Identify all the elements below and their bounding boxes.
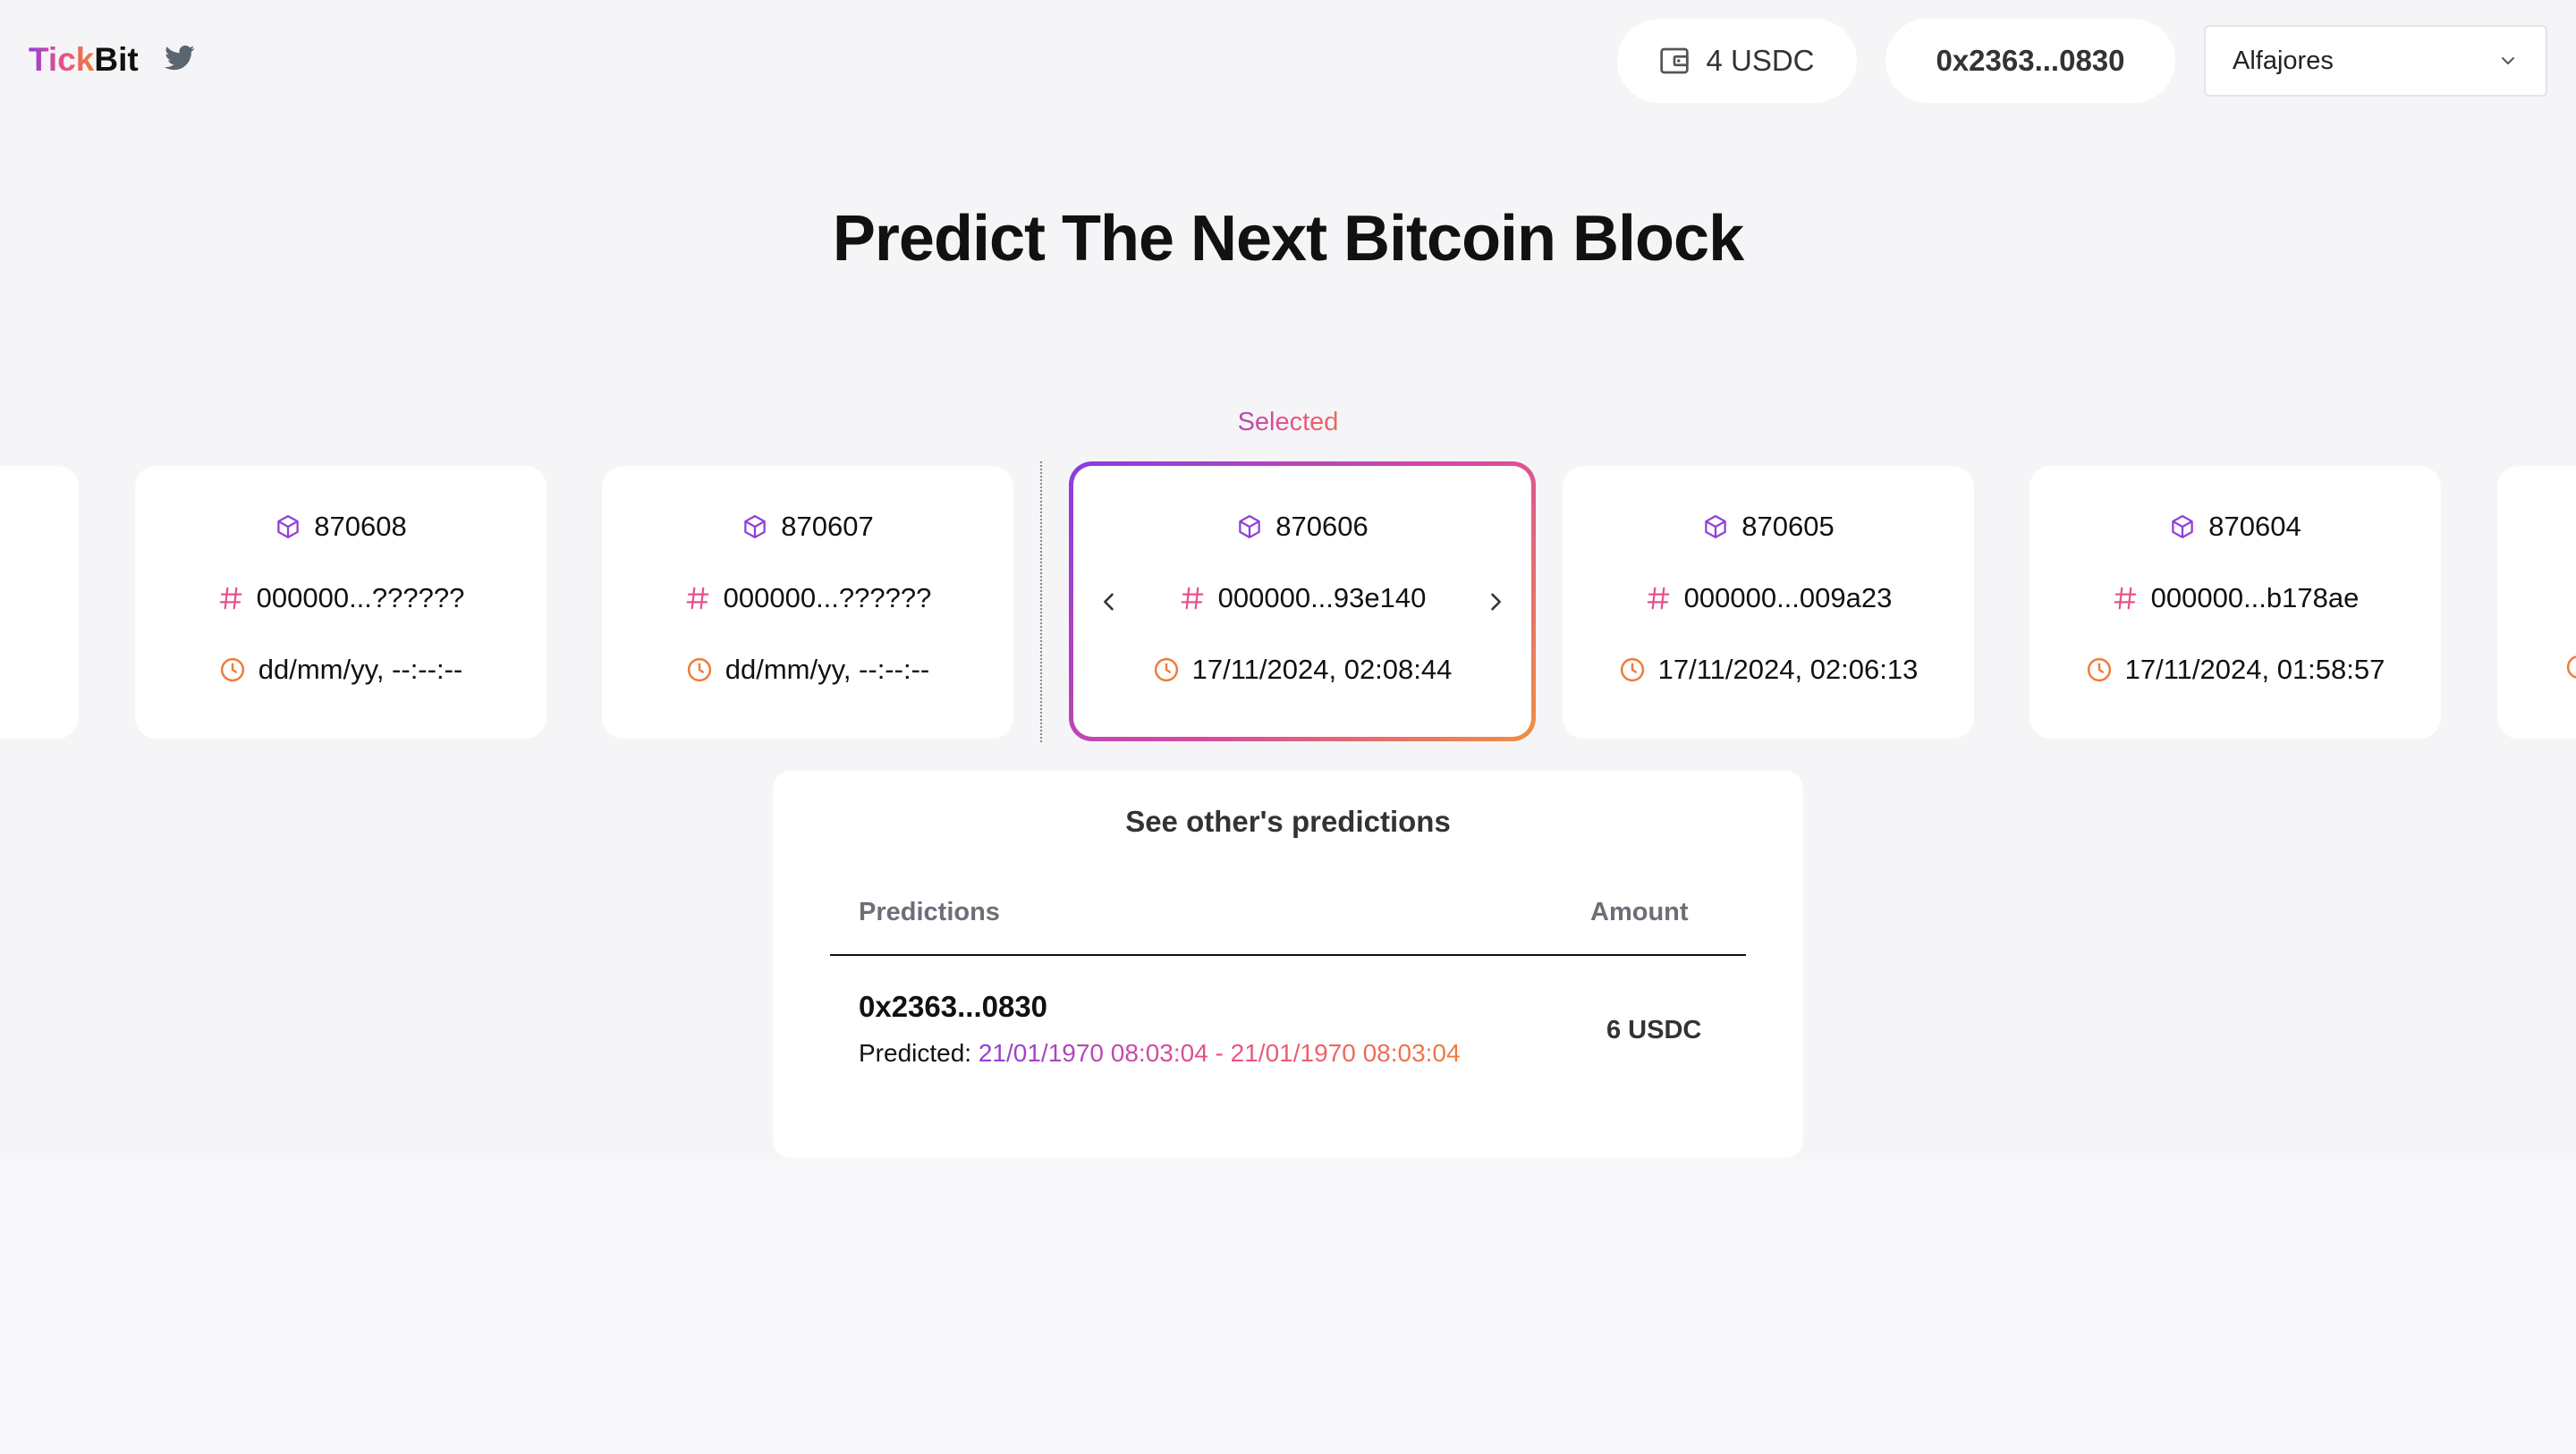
page-footer-area	[0, 1159, 2576, 1454]
block-hash-row: 000000...b178ae	[2029, 582, 2441, 614]
balance-pill[interactable]: 4 USDC	[1617, 19, 1857, 103]
block-card[interactable]: 870604 000000...b178ae 17/11/2024, 01:58…	[2029, 466, 2441, 739]
block-hash-row: 000000...??????	[135, 582, 547, 614]
block-number-row: 870608	[135, 511, 547, 543]
block-hash: 000000...009a23	[1683, 582, 1893, 613]
block-time-row: 17/11/2024, 02:06:13	[1563, 654, 1974, 686]
cube-icon	[1705, 515, 1727, 538]
hash-icon	[1181, 587, 1203, 610]
block-hash: 000000...b178ae	[2150, 582, 2360, 613]
hash-icon	[2114, 587, 2136, 610]
hash-icon	[219, 587, 242, 610]
hash-icon	[686, 587, 708, 610]
current-block-divider	[1040, 461, 1042, 742]
clock-icon	[2087, 657, 2111, 682]
clock-icon	[2566, 655, 2576, 679]
column-header-predictions: Predictions	[859, 898, 1000, 926]
block-number: 870605	[1741, 511, 1835, 542]
block-time: 17/11/2024, 01:58:57	[2124, 654, 2385, 685]
wallet-icon	[1660, 47, 1690, 74]
brand-part-bit: Bit	[94, 41, 139, 78]
block-hash-row: 000000...93e140	[1073, 582, 1531, 614]
block-card-partial-right[interactable]	[2497, 466, 2576, 739]
clock-icon	[1154, 657, 1178, 682]
chevron-right-icon[interactable]	[1483, 589, 1508, 614]
clock-icon	[220, 657, 244, 682]
balance-text: 4 USDC	[1706, 44, 1815, 77]
wallet-address-button[interactable]: 0x2363...0830	[1885, 19, 2175, 103]
block-card-partial-left[interactable]	[0, 466, 79, 739]
block-number-row: 870604	[2029, 511, 2441, 543]
predictions-title: See other's predictions	[1125, 805, 1451, 838]
network-select[interactable]: Alfajores	[2204, 25, 2547, 97]
cube-icon	[2172, 515, 2194, 538]
block-time-row: 17/11/2024, 01:58:57	[2029, 654, 2441, 686]
table-header-divider	[830, 954, 1746, 956]
prediction-range-line: Predicted: 21/01/1970 08:03:04 - 21/01/1…	[859, 1039, 1461, 1068]
hash-icon	[1647, 587, 1669, 610]
block-card[interactable]: 870608 000000...?????? dd/mm/yy, --:--:-…	[135, 466, 547, 739]
clock-icon	[687, 657, 711, 682]
page: TickBit 4 USDC 0x2363...0830 Alfajores P…	[0, 0, 2576, 1454]
block-number-row: 870607	[602, 511, 1013, 543]
prediction-address: 0x2363...0830	[859, 990, 1048, 1023]
block-hash: 000000...??????	[256, 582, 465, 613]
block-time: 17/11/2024, 02:06:13	[1657, 654, 1919, 685]
prediction-label: Predicted:	[859, 1039, 979, 1067]
wallet-address-text: 0x2363...0830	[1936, 44, 2125, 77]
block-number: 870604	[2208, 511, 2301, 542]
prediction-range: 21/01/1970 08:03:04 - 21/01/1970 08:03:0…	[978, 1039, 1461, 1067]
block-time: 17/11/2024, 02:08:44	[1191, 654, 1453, 685]
cube-icon	[744, 515, 767, 538]
brand-logo[interactable]: TickBit	[29, 41, 139, 79]
block-number: 870608	[314, 511, 407, 542]
prediction-amount: 6 USDC	[1606, 1016, 1702, 1044]
block-time: dd/mm/yy, --:--:--	[724, 654, 930, 685]
cube-icon	[1239, 515, 1261, 538]
page-title: Predict The Next Bitcoin Block	[832, 203, 1744, 275]
column-header-amount: Amount	[1590, 898, 1689, 926]
selected-label: Selected	[1199, 408, 1377, 437]
block-number: 870607	[781, 511, 874, 542]
block-hash-row: 000000...009a23	[1563, 582, 1974, 614]
clock-icon	[1620, 657, 1644, 682]
block-time-row: 17/11/2024, 02:08:44	[1073, 654, 1531, 686]
block-time-row: dd/mm/yy, --:--:--	[135, 654, 547, 686]
predictions-panel: See other's predictions Predictions Amou…	[773, 771, 1803, 1158]
block-hash: 000000...93e140	[1217, 582, 1427, 613]
block-number-row: 870605	[1563, 511, 1974, 543]
cube-icon	[277, 515, 300, 538]
block-number: 870606	[1275, 511, 1368, 542]
block-card[interactable]: 870607 000000...?????? dd/mm/yy, --:--:-…	[602, 466, 1013, 739]
block-hash: 000000...??????	[723, 582, 932, 613]
block-hash-row: 000000...??????	[602, 582, 1013, 614]
network-select-value: Alfajores	[2233, 46, 2334, 75]
block-number-row: 870606	[1073, 511, 1531, 543]
block-card[interactable]: 870605 000000...009a23 17/11/2024, 02:06…	[1563, 466, 1974, 739]
block-time: dd/mm/yy, --:--:--	[258, 654, 463, 685]
twitter-icon[interactable]	[165, 45, 195, 72]
block-time-row: dd/mm/yy, --:--:--	[602, 654, 1013, 686]
brand-part-tick: Tick	[29, 41, 95, 78]
chevron-down-icon	[2502, 57, 2514, 64]
block-card-selected[interactable]: 870606 000000...93e140 17/11/2024, 02:08…	[1069, 461, 1536, 741]
